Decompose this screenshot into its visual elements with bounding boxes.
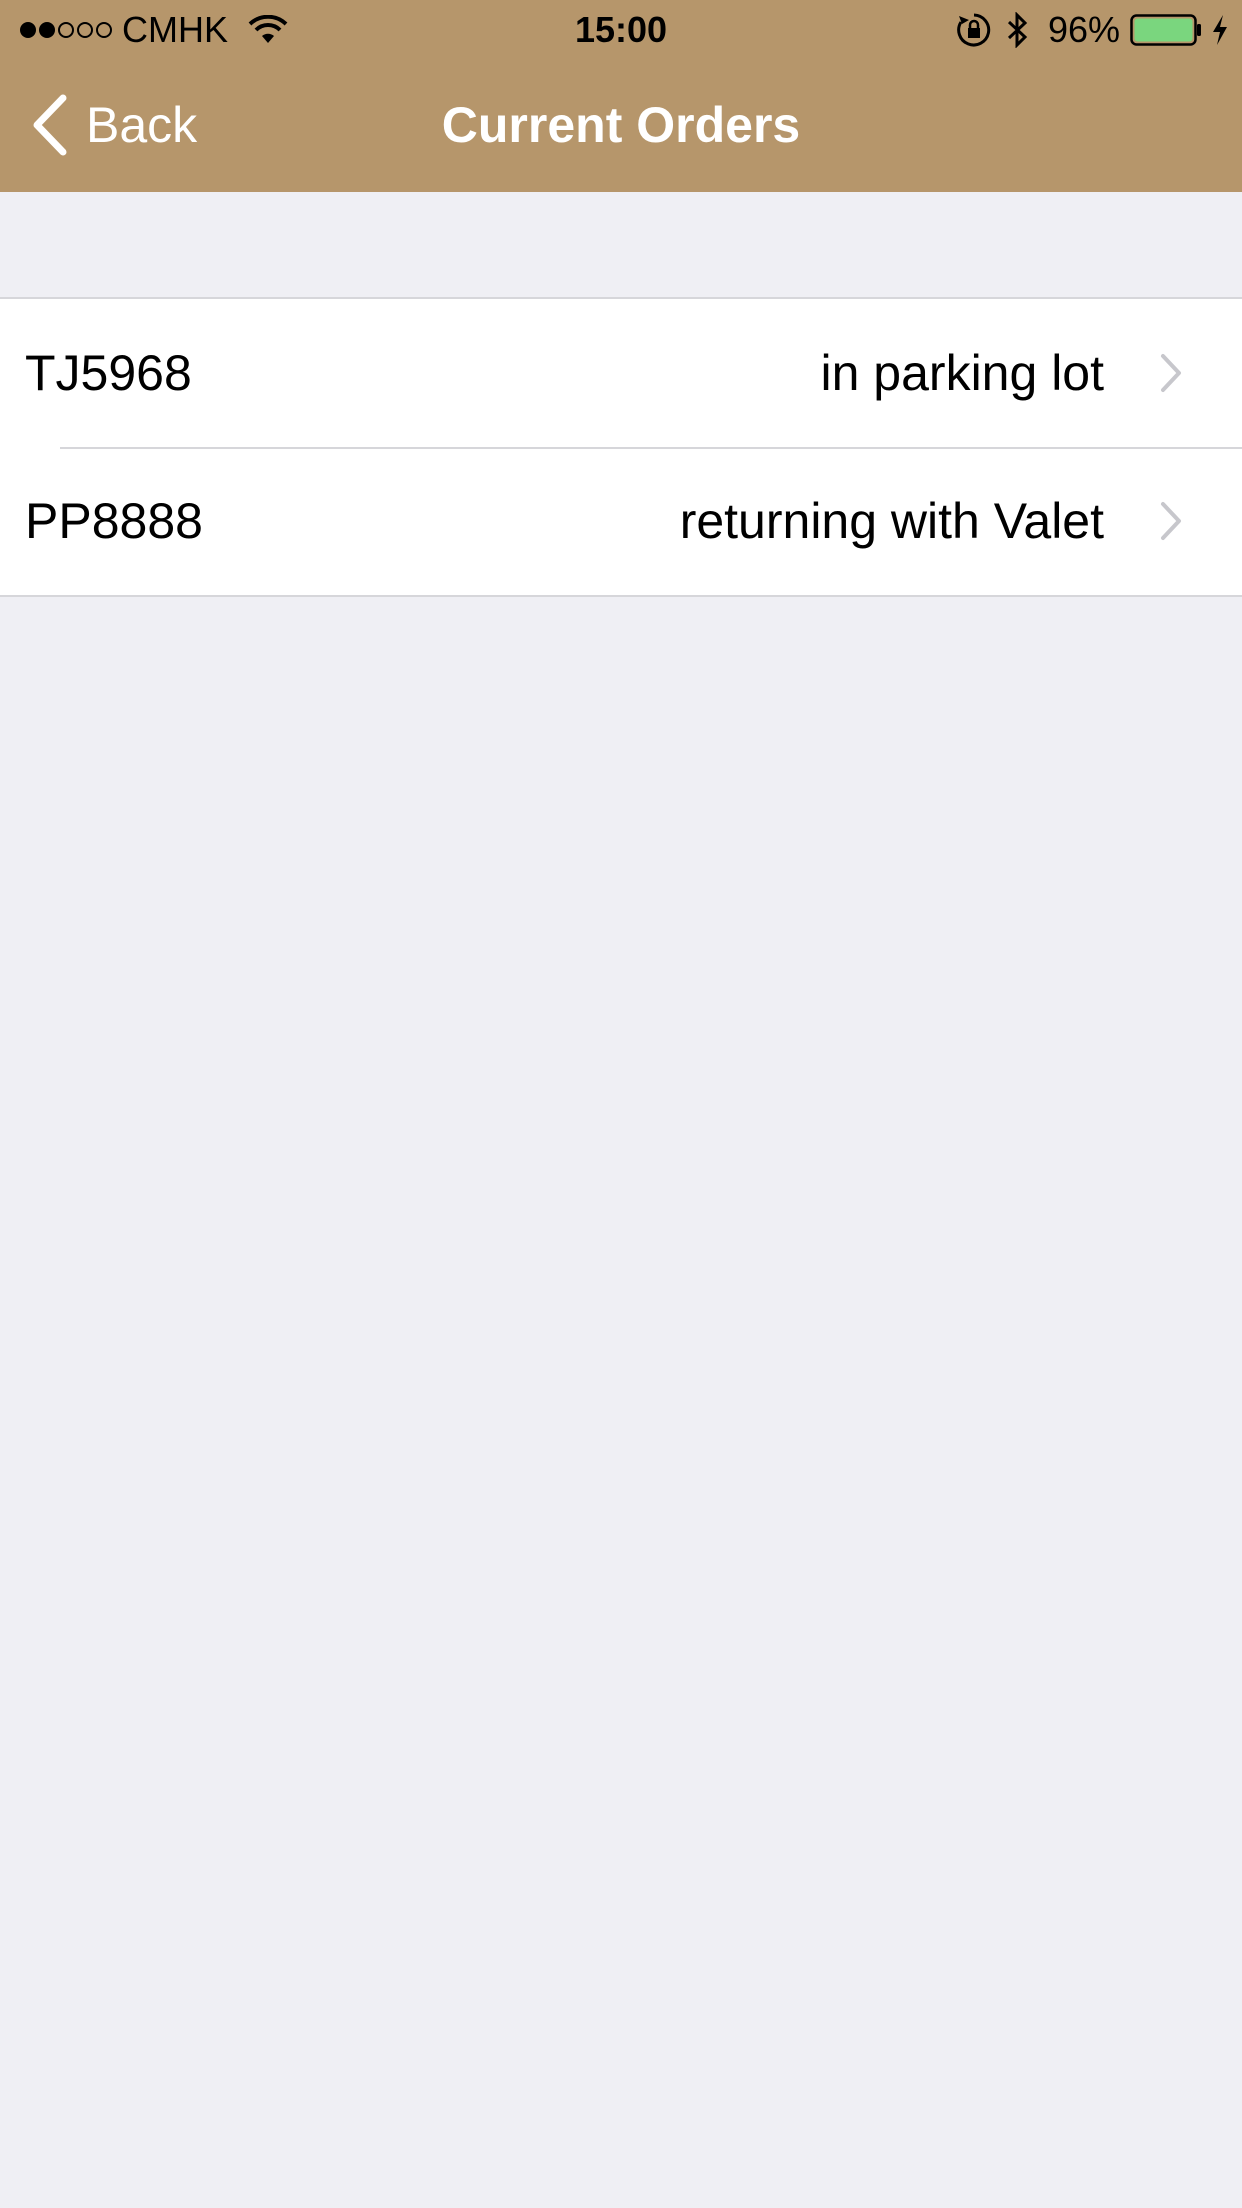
navigation-bar: Back Current Orders — [0, 60, 1242, 192]
battery-percent: 96% — [1047, 9, 1120, 50]
orders-list: TJ5968 in parking lot PP8888 returning w… — [0, 297, 1242, 597]
screen: CMHK 15:00 96% Back Current Orders TJ596… — [0, 0, 1242, 2208]
chevron-right-icon — [1161, 502, 1181, 540]
order-plate: PP8888 — [25, 493, 203, 549]
charging-icon — [1213, 15, 1227, 45]
order-row[interactable]: TJ5968 in parking lot — [0, 299, 1242, 447]
order-status: in parking lot — [820, 345, 1105, 401]
bluetooth-icon — [1007, 12, 1028, 48]
status-bar: CMHK 15:00 96% — [0, 0, 1242, 60]
order-plate: TJ5968 — [25, 345, 192, 401]
rotation-lock-icon — [957, 13, 991, 47]
header: CMHK 15:00 96% Back Current Orders — [0, 0, 1242, 192]
page-title: Current Orders — [441, 97, 801, 153]
order-row[interactable]: PP8888 returning with Valet — [0, 447, 1242, 595]
order-status: returning with Valet — [679, 493, 1104, 549]
battery-icon — [1130, 14, 1201, 46]
status-right: 96% — [956, 8, 1230, 52]
chevron-right-icon — [1161, 354, 1181, 392]
